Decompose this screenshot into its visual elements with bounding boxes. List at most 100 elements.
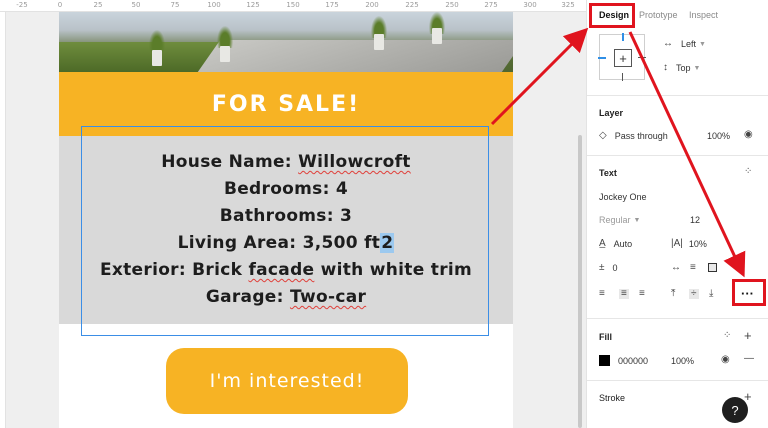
more-options-highlight xyxy=(732,279,766,306)
top-ruler: -25 0 25 50 75 100 125 150 175 200 225 2… xyxy=(0,0,586,12)
detail-line-exterior: Exterior: Brick facade with white trim xyxy=(100,257,472,284)
fixed-size-icon[interactable] xyxy=(708,263,717,272)
canvas-scrollbar[interactable] xyxy=(578,135,582,428)
paragraph-spacing-field[interactable]: ± 0 xyxy=(599,262,618,274)
for-sale-banner[interactable]: FOR SALE! xyxy=(59,72,513,136)
constraint-left-bar[interactable] xyxy=(598,57,606,59)
constraint-top-bar[interactable] xyxy=(622,33,624,41)
section-divider xyxy=(587,95,768,96)
plant-shape xyxy=(149,30,165,52)
fill-section-title: Fill xyxy=(599,332,612,342)
app-window: -25 0 25 50 75 100 125 150 175 200 225 2… xyxy=(0,0,768,428)
plant-shape xyxy=(217,26,233,48)
design-frame[interactable]: FOR SALE! House Name: Willowcroft Bedroo… xyxy=(59,12,513,428)
detail-line-bedrooms: Bedrooms: 4 xyxy=(223,179,349,199)
ruler-tick: 175 xyxy=(325,1,339,9)
fill-row[interactable]: 000000 xyxy=(599,355,648,366)
ruler-tick: 125 xyxy=(246,1,260,9)
line-height-icon: A̲ xyxy=(599,238,606,249)
garage-value: Two-car xyxy=(289,287,367,307)
auto-height-icon[interactable]: ≡ xyxy=(690,263,696,273)
tab-inspect[interactable]: Inspect xyxy=(689,10,718,20)
house-photo[interactable] xyxy=(59,12,513,72)
blend-mode-icon: ◇ xyxy=(599,130,607,141)
align-top-icon[interactable]: ⤒ xyxy=(671,289,675,299)
blend-mode-value: Pass through xyxy=(614,131,668,141)
paragraph-spacing-icon: ± xyxy=(599,262,605,273)
auto-width-icon[interactable]: ↔ xyxy=(671,263,681,273)
planter-shape xyxy=(432,28,442,44)
canvas[interactable]: -25 0 25 50 75 100 125 150 175 200 225 2… xyxy=(0,0,586,428)
fill-opacity-value[interactable]: 100% xyxy=(671,356,694,366)
ruler-tick: -25 xyxy=(16,1,28,9)
layer-blend-mode[interactable]: ◇ Pass through xyxy=(599,130,668,142)
letter-spacing-field[interactable]: |A| 10% xyxy=(671,238,707,250)
constraint-right-tick[interactable] xyxy=(638,57,646,58)
house-name-value: Willowcroft xyxy=(298,152,411,172)
garage-label: Garage: xyxy=(205,287,290,307)
align-right-icon[interactable]: ≡ xyxy=(639,289,645,299)
horizontal-constraint[interactable]: ↔ Left ▼ xyxy=(663,38,706,50)
add-fill-icon[interactable]: + xyxy=(744,329,752,342)
ruler-tick: 0 xyxy=(57,1,63,9)
remove-fill-icon[interactable]: — xyxy=(744,354,754,364)
vertical-constraint[interactable]: ↕ Top ▼ xyxy=(663,62,701,74)
detail-line-living-area: Living Area: 3,500 ft2 xyxy=(178,230,395,257)
line-height-field[interactable]: A̲ Auto xyxy=(599,238,633,250)
vertical-constraint-value: Top xyxy=(676,63,691,73)
ruler-tick: 325 xyxy=(561,1,575,9)
section-divider xyxy=(587,318,768,319)
ruler-tick: 100 xyxy=(207,1,221,9)
banner-title: FOR SALE! xyxy=(211,91,361,117)
exterior-text-a: Exterior: Brick xyxy=(99,260,249,280)
text-selection[interactable]: 2 xyxy=(380,233,395,253)
align-left-icon[interactable]: ≡ xyxy=(599,289,605,299)
exterior-text-b: with white trim xyxy=(314,260,473,280)
chevron-down-icon: ▼ xyxy=(633,216,641,224)
exterior-facade: facade xyxy=(248,260,315,280)
align-middle-icon[interactable]: ÷ xyxy=(689,289,699,299)
property-details[interactable]: House Name: Willowcroft Bedrooms: 4 Bath… xyxy=(59,136,513,324)
layer-opacity[interactable]: 100% xyxy=(707,131,730,141)
tab-prototype[interactable]: Prototype xyxy=(639,10,678,20)
fill-hex-value[interactable]: 000000 xyxy=(618,356,648,366)
ruler-tick: 50 xyxy=(131,1,141,9)
driveway-shape xyxy=(197,40,513,72)
design-tab-highlight xyxy=(589,3,635,28)
ruler-tick: 25 xyxy=(93,1,103,9)
detail-line-bathrooms: Bathrooms: 3 xyxy=(219,206,353,226)
properties-panel: Design Prototype Inspect + ↔ Left ▼ ↕ To… xyxy=(586,0,768,428)
planter-shape xyxy=(220,46,230,62)
font-family-value[interactable]: Jockey One xyxy=(599,192,647,202)
detail-line-house-name: House Name: Willowcroft xyxy=(161,149,410,176)
horizontal-constraint-value: Left xyxy=(681,39,697,49)
ruler-tick: 150 xyxy=(286,1,300,9)
font-weight-select[interactable]: Regular ▼ xyxy=(599,215,640,225)
align-bottom-icon[interactable]: ⤓ xyxy=(709,289,713,299)
ruler-tick: 275 xyxy=(484,1,498,9)
section-divider xyxy=(587,380,768,381)
layer-section-title: Layer xyxy=(599,108,624,118)
text-style-grid-icon[interactable]: ⁘ xyxy=(744,167,752,177)
interested-button[interactable]: I'm interested! xyxy=(166,348,408,414)
constraints-widget[interactable]: + xyxy=(598,33,646,81)
help-button[interactable]: ? xyxy=(722,397,748,423)
font-size-value[interactable]: 12 xyxy=(690,215,700,225)
section-divider xyxy=(587,155,768,156)
eye-icon[interactable]: ◉ xyxy=(721,355,730,365)
eye-icon[interactable]: ◉ xyxy=(744,130,753,140)
vertical-constraint-icon: ↕ xyxy=(663,62,668,73)
letter-spacing-icon: |A| xyxy=(671,238,683,249)
font-weight-value: Regular xyxy=(599,215,631,225)
fill-style-grid-icon[interactable]: ⁘ xyxy=(723,331,731,341)
align-center-icon[interactable]: ≡ xyxy=(619,289,629,299)
fill-color-swatch[interactable] xyxy=(599,355,610,366)
constraint-bottom-tick[interactable] xyxy=(622,73,623,81)
living-area-text: Living Area: 3,500 ft xyxy=(177,233,381,253)
text-section-title: Text xyxy=(599,168,617,178)
left-ruler xyxy=(0,12,6,428)
ruler-tick: 75 xyxy=(170,1,180,9)
horizontal-constraint-icon: ↔ xyxy=(663,38,673,49)
chevron-down-icon: ▼ xyxy=(693,64,701,72)
line-height-value: Auto xyxy=(613,239,633,249)
